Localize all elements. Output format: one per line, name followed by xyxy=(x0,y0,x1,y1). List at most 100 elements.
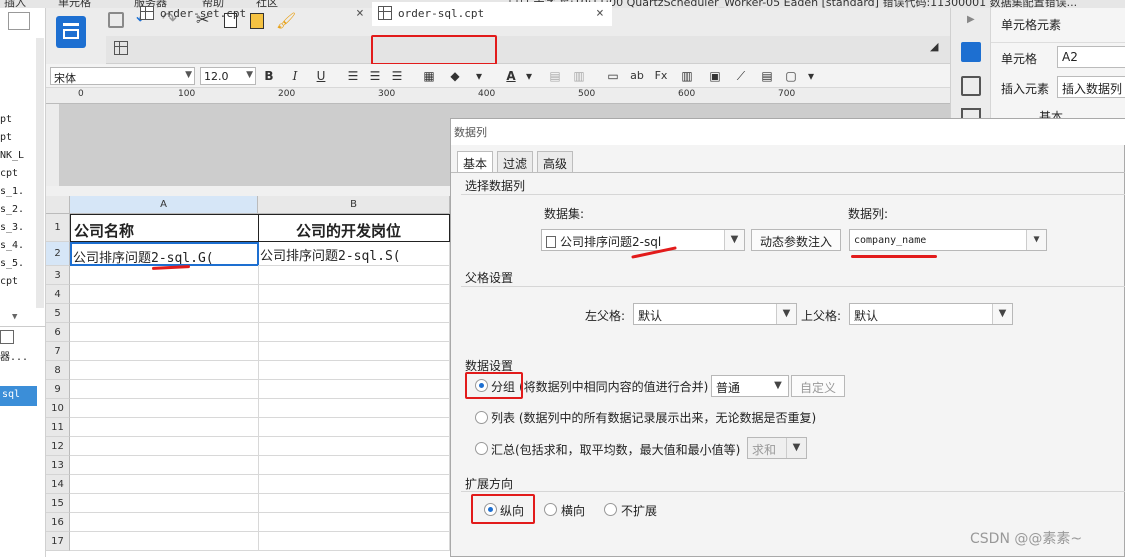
row-header[interactable]: 2 xyxy=(46,242,70,266)
grid-cell[interactable] xyxy=(70,456,259,475)
grid-cell[interactable] xyxy=(70,475,259,494)
row-header[interactable]: 4 xyxy=(46,285,70,304)
menu-cell[interactable]: 单元格 xyxy=(58,0,91,8)
insert-more-dropdown-icon[interactable]: ▾ xyxy=(802,67,820,85)
tree-item[interactable]: s_1. xyxy=(0,186,24,197)
font-color-dropdown-icon[interactable]: ▾ xyxy=(520,67,538,85)
border-icon[interactable]: ▦ xyxy=(420,67,438,85)
tree-item[interactable]: cpt xyxy=(0,276,18,287)
column-header-a[interactable]: A xyxy=(70,196,258,214)
align-right-icon[interactable]: ☰ xyxy=(388,67,406,85)
insert-text-icon[interactable]: ab xyxy=(628,67,646,85)
dataset-select[interactable]: 公司排序问题2-sql ▼ xyxy=(541,229,745,251)
grid-cell[interactable] xyxy=(70,323,259,342)
save-icon[interactable] xyxy=(108,12,124,28)
chevron-down-icon[interactable]: ▼ xyxy=(12,312,17,322)
grid-cell[interactable] xyxy=(70,361,259,380)
tree-item[interactable]: s_5. xyxy=(0,258,24,269)
widget-icon[interactable] xyxy=(961,108,981,118)
dataset-item-selected[interactable]: sql xyxy=(0,386,37,406)
group-mode-select[interactable]: 普通 ▼ xyxy=(711,375,789,397)
grid-cell[interactable] xyxy=(258,399,450,418)
radio-horizontal[interactable] xyxy=(544,503,557,516)
row-header[interactable]: 9 xyxy=(46,380,70,399)
top-parent-select[interactable]: 默认 ▼ xyxy=(849,303,1013,325)
insert-subreport-icon[interactable]: ▤ xyxy=(758,67,776,85)
dialog-tab-basic[interactable]: 基本 xyxy=(457,151,494,172)
dynamic-param-button[interactable]: 动态参数注入 xyxy=(751,229,842,251)
align-center-icon[interactable]: ☰ xyxy=(366,67,384,85)
grid-icon[interactable] xyxy=(114,41,128,55)
radio-list[interactable] xyxy=(475,411,488,424)
tab-menu-icon[interactable]: ◢ xyxy=(930,40,938,53)
tab-order-set[interactable]: order-set.cpt × xyxy=(134,2,370,26)
tree-item[interactable]: cpt xyxy=(0,168,18,179)
data-column-select[interactable]: company_name ▼ xyxy=(849,229,1047,251)
grid-cell[interactable] xyxy=(258,285,450,304)
grid-cell[interactable] xyxy=(70,285,259,304)
insert-more-icon[interactable]: ▢ xyxy=(782,67,800,85)
insert-slash-icon[interactable]: ⟋ xyxy=(732,67,750,85)
row-header[interactable]: 1 xyxy=(46,214,70,242)
grid-cell[interactable] xyxy=(258,266,450,285)
tree-scrollbar[interactable] xyxy=(36,38,44,308)
dialog-tab-filter[interactable]: 过滤 xyxy=(497,151,534,172)
insert-element-select[interactable]: 插入数据列 xyxy=(1057,76,1125,98)
align-left-icon[interactable]: ☰ xyxy=(344,67,362,85)
dialog-tab-advanced[interactable]: 高级 xyxy=(537,151,574,172)
row-header[interactable]: 7 xyxy=(46,342,70,361)
row-header[interactable]: 8 xyxy=(46,361,70,380)
summary-mode-select[interactable]: 求和 ▼ xyxy=(747,437,807,459)
unmerge-cell-icon[interactable]: ▥ xyxy=(570,67,588,85)
grid-cell[interactable] xyxy=(258,342,450,361)
dataset-icon[interactable] xyxy=(0,330,14,344)
grid-cell[interactable] xyxy=(258,456,450,475)
row-header[interactable]: 5 xyxy=(46,304,70,323)
tree-item[interactable]: NK_L xyxy=(0,150,24,161)
template-icon[interactable] xyxy=(56,16,86,48)
tree-item[interactable]: s_3. xyxy=(0,222,24,233)
font-size-select[interactable]: 12.0 ▼ xyxy=(200,67,256,85)
fill-color-dropdown-icon[interactable]: ▾ xyxy=(470,67,488,85)
tree-item[interactable]: s_4. xyxy=(0,240,24,251)
radio-no-expand[interactable] xyxy=(604,503,617,516)
fill-color-icon[interactable]: ◆ xyxy=(446,67,464,85)
cell-a1[interactable]: 公司名称 xyxy=(70,214,259,242)
menu-insert[interactable]: 插入 xyxy=(4,0,26,8)
tree-item[interactable]: pt xyxy=(0,114,12,125)
row-header[interactable]: 17 xyxy=(46,532,70,551)
cell-address-field[interactable]: A2 xyxy=(1057,46,1125,68)
grid-cell[interactable] xyxy=(258,304,450,323)
row-header[interactable]: 13 xyxy=(46,456,70,475)
grid-cell[interactable] xyxy=(70,437,259,456)
grid-cell[interactable] xyxy=(258,323,450,342)
tree-item[interactable]: 器... xyxy=(0,348,28,363)
custom-button[interactable]: 自定义 xyxy=(791,375,846,397)
collapse-icon[interactable]: ▶ xyxy=(967,14,975,25)
row-header[interactable]: 14 xyxy=(46,475,70,494)
grid-cell[interactable] xyxy=(70,418,259,437)
cell-attribute-icon[interactable] xyxy=(961,76,981,96)
copy-icon[interactable] xyxy=(8,12,30,30)
grid-cell[interactable] xyxy=(258,494,450,513)
row-header[interactable]: 12 xyxy=(46,437,70,456)
row-header[interactable]: 3 xyxy=(46,266,70,285)
grid-cell[interactable] xyxy=(70,494,259,513)
cell-element-icon[interactable] xyxy=(961,42,981,62)
tree-item[interactable]: pt xyxy=(0,132,12,143)
row-header[interactable]: 11 xyxy=(46,418,70,437)
cell-b2[interactable]: 公司排序问题2-sql.S( xyxy=(258,242,450,266)
select-all-corner[interactable] xyxy=(46,196,70,214)
grid-cell[interactable] xyxy=(70,532,259,551)
grid-cell[interactable] xyxy=(70,513,259,532)
grid-cell[interactable] xyxy=(258,532,450,551)
grid-cell[interactable] xyxy=(70,399,259,418)
tree-item[interactable]: s_2. xyxy=(0,204,24,215)
radio-summary[interactable] xyxy=(475,442,488,455)
insert-datacolumn-icon[interactable]: ▭ xyxy=(604,67,622,85)
column-header-b[interactable]: B xyxy=(258,196,450,214)
grid-cell[interactable] xyxy=(70,304,259,323)
insert-image-icon[interactable]: ▣ xyxy=(706,67,724,85)
font-family-select[interactable]: 宋体 ▼ xyxy=(50,67,195,85)
grid-cell[interactable] xyxy=(70,342,259,361)
